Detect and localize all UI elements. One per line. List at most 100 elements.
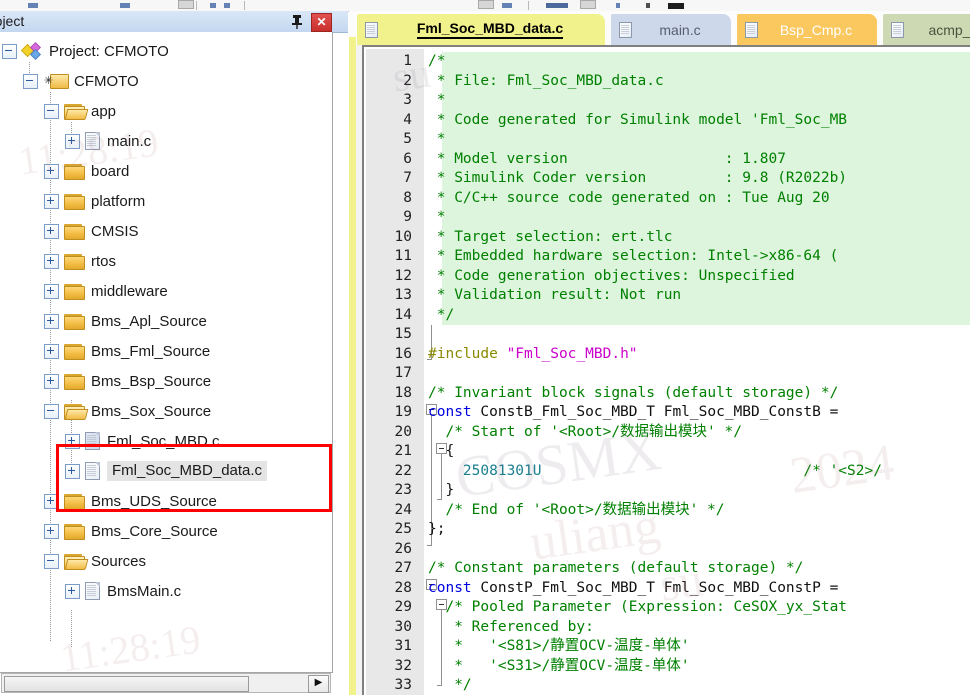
folder-icon (64, 313, 85, 330)
code-editor[interactable]: 1/* 2 * File: Fml_Soc_MBD_data.c 3 * 4 * Co… (362, 45, 970, 695)
expand-icon[interactable] (44, 253, 59, 269)
code-line: 6 * Model version : 1.807 (366, 149, 970, 169)
tree-horizontal-scrollbar[interactable]: ▶ (1, 673, 331, 693)
ide-window: roject ✕ Project: CFMOTO ✳ CFMOTO app main.c… (0, 0, 970, 695)
code-line: 5 * (366, 130, 970, 150)
tree-item-fml-soc-mbd-data-c[interactable]: Fml_Soc_MBD_data.c (65, 456, 268, 486)
toolbar-icon-9[interactable] (580, 0, 596, 9)
line-number: 30 (394, 618, 412, 635)
tree-item-bms-sox-source[interactable]: Bms_Sox_Source (44, 396, 211, 426)
tree-item-bms-uds-source[interactable]: Bms_UDS_Source (44, 486, 217, 516)
collapse-icon[interactable] (44, 403, 59, 419)
expand-icon[interactable] (65, 133, 80, 149)
close-icon[interactable]: ✕ (311, 13, 332, 32)
tree-item-bmsmain-c[interactable]: BmsMain.c (65, 576, 181, 606)
toolbar-icon-5[interactable] (224, 3, 230, 8)
code-text: * Code generated for Simulink model 'Fml… (428, 111, 847, 131)
code-token: { (428, 443, 455, 459)
expand-icon[interactable] (44, 343, 59, 359)
tree-item-bms-bsp-source[interactable]: Bms_Bsp_Source (44, 366, 211, 396)
scroll-right-arrow-icon[interactable]: ▶ (308, 675, 329, 693)
expand-icon[interactable] (44, 193, 59, 209)
code-token: * '<S81>/静置OCV-温度-单体' (428, 638, 690, 654)
editor-tab-acmp-[interactable]: acmp_ (883, 14, 970, 45)
expand-icon[interactable] (44, 523, 59, 539)
tree-item-label: Bms_Fml_Source (91, 342, 211, 360)
toolbar-icon-4[interactable] (210, 3, 216, 8)
folder-icon (64, 163, 85, 180)
code-text: /* End of '<Root>/数据输出模块' */ (428, 501, 724, 521)
tree-item-board[interactable]: board (44, 156, 129, 186)
tree-item-fml-soc-mbd-c[interactable]: Fml_Soc_MBD.c (65, 426, 220, 456)
tree-item-bms-core-source[interactable]: Bms_Core_Source (44, 516, 218, 546)
line-number: 22 (394, 462, 412, 479)
code-token: /* '<S2>/ (541, 462, 882, 479)
tree-item-sources[interactable]: Sources (44, 546, 146, 576)
toolbar-separator-2 (244, 1, 245, 10)
code-line: 26 (366, 540, 970, 560)
collapse-icon[interactable] (44, 553, 59, 569)
toolbar-icon-2[interactable] (120, 3, 130, 8)
expand-icon[interactable] (44, 283, 59, 299)
tree-item-label: Fml_Soc_MBD.c (107, 432, 220, 450)
expand-icon[interactable] (44, 163, 59, 179)
scrollbar-thumb[interactable] (4, 676, 249, 692)
code-line: 19 const ConstB_Fml_Soc_MBD_T Fml_Soc_MBD… (366, 403, 970, 423)
code-line: 2 * File: Fml_Soc_MBD_data.c (366, 71, 970, 91)
code-token: * Simulink Coder version : 9.8 (R2022b) (428, 170, 848, 186)
tree-item-project-cfmoto[interactable]: Project: CFMOTO (2, 36, 169, 66)
code-token: */ (428, 306, 455, 323)
tree-item-middleware[interactable]: middleware (44, 276, 168, 306)
expand-icon[interactable] (44, 493, 59, 509)
folder-icon (64, 373, 85, 390)
code-text: */ (428, 676, 471, 695)
tree-item-app[interactable]: app (44, 96, 116, 126)
collapse-icon[interactable] (44, 103, 59, 119)
collapse-icon[interactable] (23, 73, 38, 89)
expand-icon[interactable] (44, 313, 59, 329)
code-line: 12 * Code generation objectives: Unspeci… (366, 266, 970, 286)
expand-icon[interactable] (44, 373, 59, 389)
code-text: /* Pooled Parameter (Expression: CeSOX_y… (428, 598, 847, 618)
folder-icon (64, 493, 85, 510)
tree-item-platform[interactable]: platform (44, 186, 145, 216)
toolbar-icon-6[interactable] (478, 0, 494, 9)
toolbar-icon-1[interactable] (28, 3, 38, 8)
c-file-icon (891, 21, 904, 38)
code-token: /* Constant parameters (default storage)… (428, 560, 804, 576)
code-line: 28 const ConstP_Fml_Soc_MBD_T Fml_Soc_MBD… (366, 579, 970, 599)
tree-item-main-c[interactable]: main.c (65, 126, 151, 156)
tree-item-bms-fml-source[interactable]: Bms_Fml_Source (44, 336, 210, 366)
collapse-icon[interactable] (2, 43, 17, 59)
toolbar-icon-12[interactable] (668, 3, 684, 9)
line-number: 29 (394, 599, 412, 615)
expand-icon[interactable] (65, 463, 80, 479)
pin-icon[interactable] (290, 14, 304, 29)
code-token: "Fml_Soc_MBD.h" (506, 345, 638, 362)
expand-icon[interactable] (65, 583, 80, 599)
toolbar-icon-3[interactable] (178, 0, 194, 9)
code-text: * (428, 91, 446, 111)
code-line: 33 */ (366, 676, 970, 695)
tree-item-label: Bms_Bsp_Source (91, 372, 212, 390)
toolbar-icon-8[interactable] (546, 3, 568, 8)
editor-tab-main-c[interactable]: main.c (611, 14, 731, 45)
toolbar-icon-10[interactable] (616, 3, 620, 8)
tree-item-cfmoto[interactable]: ✳ CFMOTO (23, 66, 139, 96)
line-number: 9 (403, 209, 412, 225)
editor-tabstrip: Fml_Soc_MBD_data.c main.c Bsp_Cmp.c acmp_ (349, 11, 970, 45)
expand-icon[interactable] (65, 433, 80, 449)
line-number: 16 (394, 345, 412, 362)
toolbar-icon-11[interactable] (646, 3, 650, 8)
toolbar-icon-7[interactable] (502, 3, 512, 8)
folder-icon (64, 283, 85, 300)
expand-icon[interactable] (44, 223, 59, 239)
tree-item-bms-apl-source[interactable]: Bms_Apl_Source (44, 306, 207, 336)
tree-item-cmsis[interactable]: CMSIS (44, 216, 139, 246)
tree-item-rtos[interactable]: rtos (44, 246, 116, 276)
code-token: * Validation result: Not run (428, 287, 682, 303)
code-token: * C/C++ source code generated on : Tue A… (428, 189, 839, 206)
editor-tab-bsp-cmp-c[interactable]: Bsp_Cmp.c (737, 14, 877, 45)
code-token: * Code generated for Simulink model 'Fml… (428, 111, 848, 128)
editor-tab-fml-soc-mbd-data-c[interactable]: Fml_Soc_MBD_data.c (357, 14, 605, 45)
